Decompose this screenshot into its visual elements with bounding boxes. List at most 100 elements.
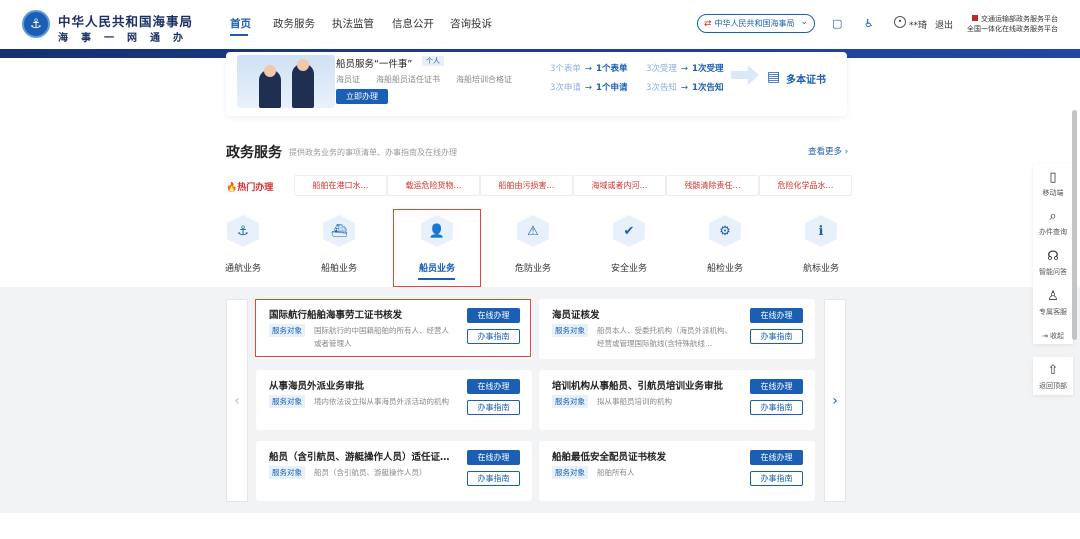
hot-item[interactable]: 海域或者内河… [573, 175, 666, 196]
online-handle-button[interactable]: 在线办理 [467, 450, 520, 465]
section-desc: 提供政务业务的事项清单、办事指南及在线办理 [289, 148, 457, 157]
org-selector-value: 中华人民共和国海事局 [714, 19, 795, 28]
person-icon: ♙ [1047, 289, 1059, 304]
rail-back-top[interactable]: ⇧ 返回顶部 [1033, 363, 1073, 391]
page-scrollbar[interactable] [1072, 110, 1077, 340]
rail-mobile[interactable]: ▯ 移动端 [1033, 170, 1073, 198]
category-label: 安全业务 [610, 264, 647, 274]
guide-button[interactable]: 办事指南 [750, 400, 803, 415]
online-handle-button[interactable]: 在线办理 [750, 450, 803, 465]
category-highlight-box [393, 209, 481, 287]
arrow-right-icon: → [680, 64, 689, 74]
service-desc: 船员本人、受委托机构（海员外派机构、经营或管理国际航线(含特殊航线… [597, 326, 732, 348]
user-name[interactable]: **琦 [909, 18, 927, 31]
view-more-link[interactable]: 查看更多 › [808, 145, 848, 157]
back-to-top-icon: ⇧ [1047, 363, 1059, 378]
handle-now-button[interactable]: 立即办理 [336, 89, 388, 104]
category-label: 通航业务 [224, 264, 261, 274]
platform-link-2[interactable]: 全国一体化在线政务服务平台 [967, 24, 1058, 34]
shield-icon: ✔ [613, 215, 645, 247]
guide-button[interactable]: 办事指南 [467, 400, 520, 415]
category-label: 危防业务 [514, 264, 551, 274]
flow-item: 3次告知 → 1次告知 [646, 81, 723, 93]
online-handle-button[interactable]: 在线办理 [467, 308, 520, 323]
fire-icon: 🔥 [226, 183, 238, 193]
platform-link-1[interactable]: 交通运输部政务服务平台 [972, 14, 1058, 24]
nav-home[interactable]: 首页 [230, 16, 251, 36]
org-selector[interactable]: ⇄ 中华人民共和国海事局 ⌄ [697, 14, 815, 33]
service-title[interactable]: 培训机构从事船员、引航员培训业务审批 [552, 378, 723, 392]
rail-label: 专属客服 [1039, 308, 1067, 316]
crew-figure-head [297, 59, 309, 71]
service-card[interactable]: 培训机构从事船员、引航员培训业务审批 服务对象 拟从事船员培训的机构 在线办理 … [539, 370, 815, 430]
arrow-right-icon: → [680, 83, 689, 93]
nav-enforcement[interactable]: 执法监管 [332, 16, 374, 31]
crew-banner-image [237, 55, 335, 108]
banner-item: 海员证 [336, 75, 360, 84]
logout-link[interactable]: 退出 [935, 18, 953, 31]
prev-page-button[interactable]: ‹ [226, 299, 248, 502]
rail-label: 移动端 [1042, 189, 1064, 197]
online-handle-button[interactable]: 在线办理 [750, 308, 803, 323]
site-subtitle: 海事一网通办 [58, 33, 196, 44]
hot-item[interactable]: 船舶在港口水… [294, 175, 387, 196]
hot-item[interactable]: 危险化学品水… [759, 175, 852, 196]
guide-button[interactable]: 办事指南 [750, 471, 803, 486]
hot-item[interactable]: 残骸清除责任… [666, 175, 759, 196]
service-desc: 境内依法设立拟从事海员外派活动的机构 [314, 397, 449, 406]
flow-to: 1次告知 [692, 83, 724, 93]
chevron-down-icon: ⌄ [800, 17, 808, 27]
banner-tag: 个人 [422, 56, 444, 66]
rail-collapse[interactable]: ⇥ 收起 [1033, 328, 1073, 341]
service-card[interactable]: 国际航行船舶海事劳工证书核发 服务对象 国际航行的中国籍船舶的所有人、经营人或者… [256, 299, 532, 359]
online-handle-button[interactable]: 在线办理 [750, 379, 803, 394]
service-title[interactable]: 从事海员外派业务审批 [269, 378, 364, 392]
service-target-tag: 服务对象 [552, 466, 588, 479]
banner-item: 海船船员适任证书 [376, 75, 440, 84]
nav-gov-service[interactable]: 政务服务 [273, 16, 315, 31]
guide-button[interactable]: 办事指南 [467, 471, 520, 486]
user-avatar-icon[interactable]: • [894, 16, 906, 28]
anchor-icon: ⚓ [227, 215, 259, 247]
feedback-icon[interactable]: ▢ [832, 17, 842, 30]
hot-label: 🔥热门办理 [226, 180, 273, 193]
next-page-button[interactable]: › [824, 299, 846, 502]
service-title[interactable]: 船舶最低安全配员证书核发 [552, 449, 666, 463]
service-card[interactable]: 船舶最低安全配员证书核发 服务对象 船舶所有人 在线办理 办事指南 [539, 441, 815, 501]
category-navigation[interactable]: ⚓ 通航业务 [203, 215, 283, 274]
rail-qa[interactable]: ☊ 智能问答 [1033, 249, 1073, 277]
category-inspection[interactable]: ⚙ 船检业务 [685, 215, 765, 274]
maritime-emblem-icon[interactable]: ⚓ [22, 10, 50, 38]
banner-title: 船员服务“一件事” [336, 59, 413, 70]
ship-icon: ⛴ [323, 215, 355, 247]
service-card[interactable]: 从事海员外派业务审批 服务对象 境内依法设立拟从事海员外派活动的机构 在线办理 … [256, 370, 532, 430]
category-beacon[interactable]: ℹ 航标业务 [781, 215, 861, 274]
hot-item[interactable]: 船舶由污损害… [480, 175, 573, 196]
service-card[interactable]: 海员证核发 服务对象 船员本人、受委托机构（海员外派机构、经营或管理国际航线(含… [539, 299, 815, 359]
hot-item[interactable]: 载运危险货物… [387, 175, 480, 196]
nav-info-disclosure[interactable]: 信息公开 [392, 16, 434, 31]
service-card[interactable]: 船员（含引航员、游艇操作人员）适任证… 服务对象 船员（含引航员、游艇操作人员）… [256, 441, 532, 501]
service-title[interactable]: 船员（含引航员、游艇操作人员）适任证… [269, 449, 450, 463]
service-title[interactable]: 国际航行船舶海事劳工证书核发 [269, 307, 402, 321]
nav-consult-complaint[interactable]: 咨询投诉 [450, 16, 492, 31]
rail-support[interactable]: ♙ 专属客服 [1033, 289, 1073, 317]
category-safety[interactable]: ✔ 安全业务 [589, 215, 669, 274]
guide-button[interactable]: 办事指南 [750, 329, 803, 344]
category-ship[interactable]: ⛴ 船舶业务 [299, 215, 379, 274]
accessibility-icon[interactable]: ♿ [864, 17, 874, 30]
rail-label: 收起 [1050, 332, 1065, 340]
category-hazard[interactable]: ⚠ 危防业务 [493, 215, 573, 274]
rail-query[interactable]: ⌕ 办件查询 [1033, 209, 1073, 237]
service-desc: 船员（含引航员、游艇操作人员） [314, 468, 427, 477]
service-title[interactable]: 海员证核发 [552, 307, 600, 321]
back-to-top-button[interactable]: ⇧ 返回顶部 [1033, 357, 1073, 395]
flow-to: 1个申请 [596, 83, 628, 93]
online-handle-button[interactable]: 在线办理 [467, 379, 520, 394]
guide-button[interactable]: 办事指南 [467, 329, 520, 344]
site-title[interactable]: 中华人民共和国海事局 [58, 11, 193, 30]
inspection-icon: ⚙ [709, 215, 741, 247]
flow-from: 3次告知 [646, 83, 677, 93]
category-label: 航标业务 [802, 264, 839, 274]
flow-to: 1次受理 [692, 64, 724, 74]
